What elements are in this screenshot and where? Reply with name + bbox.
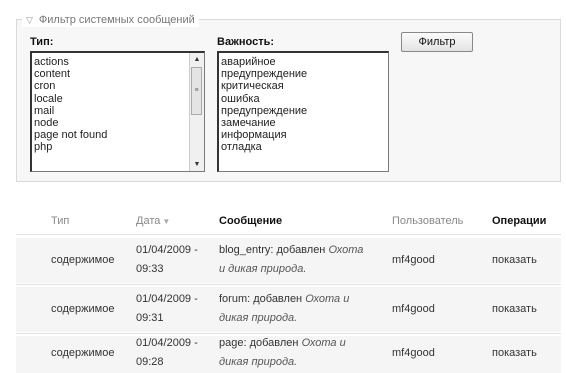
row-type: содержимое (51, 303, 115, 315)
row-type: содержимое (51, 254, 115, 266)
type-option[interactable]: cron (32, 80, 204, 92)
type-option[interactable]: locale (32, 93, 204, 105)
row-message-title[interactable]: Охота и (302, 337, 346, 349)
column-header-operations: Операции (492, 215, 547, 227)
severity-option[interactable]: информация (219, 129, 388, 141)
row-date-line1: 01/04/2009 - (136, 337, 198, 349)
row-date-line2: 09:31 (136, 312, 164, 324)
row-message-title[interactable]: Охота и (305, 293, 349, 305)
type-option[interactable]: node (32, 117, 204, 129)
column-header-user[interactable]: Пользователь (392, 215, 463, 227)
row-date-line2: 09:28 (136, 356, 164, 368)
filter-button[interactable]: Фильтр (401, 32, 473, 52)
row-show-link[interactable]: показать (492, 344, 537, 363)
header-divider (16, 234, 561, 235)
type-option[interactable]: mail (32, 105, 204, 117)
column-header-date-label: Дата (136, 215, 161, 227)
row-message-prefix: page: добавлен (219, 337, 299, 349)
column-header-message[interactable]: Сообщение (219, 215, 282, 227)
severity-option[interactable]: замечание (219, 117, 388, 129)
row-divider (16, 284, 561, 285)
row-date: 01/04/2009 - 09:31 (136, 290, 198, 328)
scroll-down-arrow-icon[interactable]: ▼ (190, 158, 204, 171)
row-message-title-cont[interactable]: дикая природа. (219, 356, 297, 368)
column-header-date[interactable]: Дата ▼ (136, 215, 170, 227)
row-message: blog_entry: добавлен Охота и дикая приро… (219, 241, 389, 279)
row-message: forum: добавлен Охота и дикая природа. (219, 290, 389, 328)
row-date-line1: 01/04/2009 - (136, 293, 198, 305)
row-date-line1: 01/04/2009 - (136, 244, 198, 256)
type-option[interactable]: actions (32, 56, 204, 68)
row-type: содержимое (51, 347, 115, 359)
row-date-line2: 09:33 (136, 263, 164, 275)
sort-desc-icon: ▼ (162, 217, 171, 226)
filter-legend-text: Фильтр системных сообщений (38, 14, 195, 26)
severity-option[interactable]: предупреждение (219, 105, 388, 117)
severity-option[interactable]: критическая (219, 80, 388, 92)
row-date: 01/04/2009 - 09:33 (136, 241, 198, 279)
row-user[interactable]: mf4good (392, 300, 435, 319)
severity-option[interactable]: отладка (219, 141, 388, 153)
row-user[interactable]: mf4good (392, 344, 435, 363)
severity-listbox[interactable]: аварийное предупреждение критическая оши… (217, 51, 389, 172)
row-message-title-cont[interactable]: и дикая природа. (219, 263, 306, 275)
collapse-triangle-icon[interactable]: ▽ (26, 15, 33, 25)
row-message-prefix: forum: добавлен (219, 293, 303, 305)
type-listbox-scrollbar[interactable]: ▲ ≡ ▼ (189, 53, 204, 171)
severity-option[interactable]: аварийное (219, 56, 388, 68)
severity-option[interactable]: предупреждение (219, 68, 388, 80)
scroll-up-arrow-icon[interactable]: ▲ (190, 53, 204, 66)
type-option[interactable]: php (32, 141, 204, 153)
row-message-prefix: blog_entry: добавлен (219, 244, 326, 256)
row-show-link[interactable]: показать (492, 300, 537, 319)
column-header-type[interactable]: Тип (51, 215, 69, 227)
row-message-title[interactable]: Охота (328, 244, 363, 256)
row-date: 01/04/2009 - 09:28 (136, 334, 198, 372)
severity-label: Важность: (217, 36, 275, 48)
row-message-title-cont[interactable]: дикая природа. (219, 312, 297, 324)
scroll-thumb[interactable]: ≡ (191, 67, 202, 115)
filter-legend[interactable]: ▽ Фильтр системных сообщений (22, 13, 199, 27)
type-listbox[interactable]: actions content cron locale mail node pa… (30, 51, 205, 172)
severity-option[interactable]: ошибка (219, 93, 388, 105)
type-option[interactable]: page not found (32, 129, 204, 141)
type-option[interactable]: content (32, 68, 204, 80)
row-message: page: добавлен Охота и дикая природа. (219, 334, 389, 372)
row-user[interactable]: mf4good (392, 251, 435, 270)
type-label: Тип: (30, 36, 54, 48)
row-show-link[interactable]: показать (492, 251, 537, 270)
